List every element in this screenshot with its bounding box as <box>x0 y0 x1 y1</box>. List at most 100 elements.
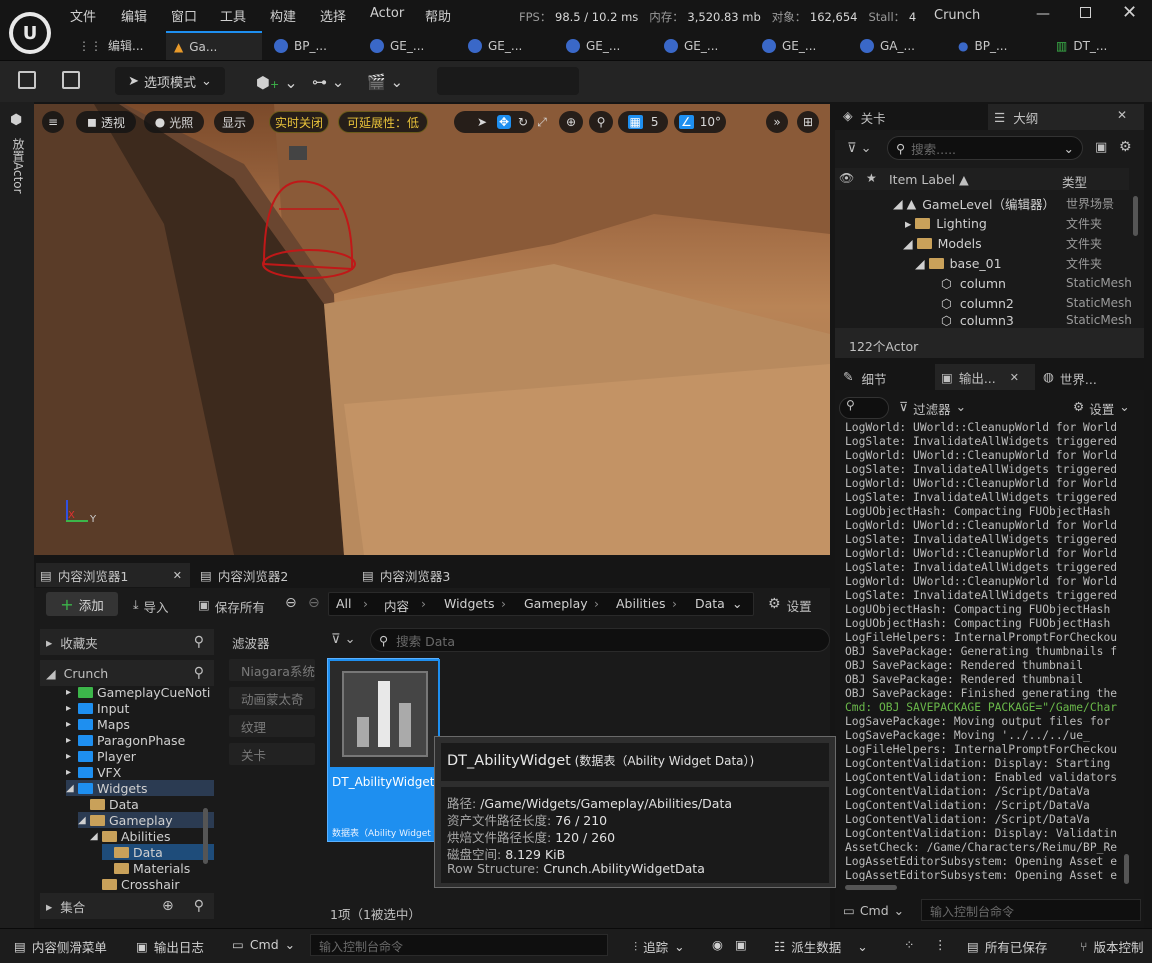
maximize-button[interactable] <box>1080 7 1091 18</box>
asset-filter-icon[interactable]: ⊽ ⌄ <box>331 632 356 647</box>
column-type[interactable]: 类型 <box>1062 172 1087 191</box>
outliner-row[interactable]: ◢ ▲ GameLevel（编辑器） 世界场景 <box>835 193 1135 213</box>
surface-snap-icon[interactable]: ⚲ <box>589 111 613 133</box>
output-cmd-dropdown[interactable]: ▭ Cmd ⌄ <box>843 903 904 918</box>
save-all-button[interactable]: ▣ 保存所有 <box>198 597 265 616</box>
folder-tree-item[interactable]: ▸ GameplayCueNoti <box>66 686 214 700</box>
breadcrumb-item[interactable]: Gameplay <box>524 596 588 611</box>
back-history-icon[interactable]: ⊖ <box>285 595 297 611</box>
realtime-off-button[interactable]: 实时关闭 <box>269 111 329 133</box>
expand-toolbar-icon[interactable]: » <box>766 111 788 133</box>
tab-output-log[interactable]: ▣ 输出... ✕ <box>935 364 1035 390</box>
outliner-row[interactable]: ◢ Models 文件夹 <box>835 233 1135 253</box>
tab-details[interactable]: ✎ 细节 <box>843 369 887 388</box>
scalability-button[interactable]: 可延展性：低 <box>338 111 428 133</box>
menu-build[interactable]: 构建 <box>270 6 296 25</box>
folder-tree-item[interactable]: Data <box>78 796 214 812</box>
menu-actor[interactable]: Actor <box>370 6 404 21</box>
content-drawer-button[interactable]: ▤ 内容侧滑菜单 <box>14 937 107 956</box>
add-button[interactable]: + 添加 <box>46 592 118 616</box>
tab-ge-5[interactable]: GE_... <box>754 31 849 60</box>
add-actor-icon[interactable]: ⬢+ ⌄ <box>256 73 298 92</box>
cb-settings-button[interactable]: ⚙ 设置 <box>768 596 812 615</box>
tab-content-browser-1[interactable]: ▤ 内容浏览器1 ✕ <box>36 563 190 587</box>
world-space-icon[interactable]: ⊕ <box>559 111 583 133</box>
menu-file[interactable]: 文件 <box>70 6 96 25</box>
folder-tree-item[interactable]: ▸ Input <box>66 700 214 716</box>
tab-ge-2[interactable]: GE_... <box>460 31 555 60</box>
place-actor-label[interactable]: 放置Actor <box>10 138 27 194</box>
filter-niagara[interactable]: Niagara系统 <box>229 659 315 681</box>
revision-control-button[interactable]: ⑂ 版本控制 <box>1080 937 1144 956</box>
more-icon[interactable]: ⋮ <box>934 937 947 952</box>
folder-tree-item[interactable]: ◢ Abilities <box>90 828 214 844</box>
viewport-layout-icon[interactable]: ⊞ <box>797 111 819 133</box>
tab-editor[interactable]: ⋮⋮ 编辑... <box>70 31 165 60</box>
filter-texture[interactable]: 纹理 <box>229 715 315 737</box>
menu-tools[interactable]: 工具 <box>220 6 246 25</box>
outliner-search-input[interactable]: ⚲ 搜索..... ⌄ <box>887 136 1083 160</box>
tab-level[interactable]: ▲ Ga... <box>166 31 262 60</box>
source-control-status-icon[interactable]: ⁘ <box>904 937 914 952</box>
rotation-snap-control[interactable]: ∠ 10° <box>674 111 726 133</box>
forward-history-icon[interactable]: ⊖ <box>308 595 320 611</box>
expand-arrow-icon[interactable]: ◢ <box>90 831 98 842</box>
tree-scrollbar[interactable] <box>203 808 208 864</box>
level-viewport[interactable]: ≡ ◼ 透视 ● 光照 显示 实时关闭 可延展性：低 ➤ ✥ ↻ ⤢ ⊕ ⚲ ▦ 5 … <box>34 104 830 555</box>
derived-data-button[interactable]: ☷ 派生数据 ⌄ <box>774 937 868 956</box>
tab-ge-3[interactable]: GE_... <box>558 31 653 60</box>
scale-icon[interactable]: ⤢ <box>530 111 554 133</box>
tab-bp-1[interactable]: BP_... <box>266 31 361 60</box>
breadcrumb-item[interactable]: 内容 <box>384 596 409 615</box>
favorites-header[interactable]: ▸ 收藏夹 ⚲ <box>40 629 214 655</box>
place-actor-icon[interactable]: ⬢ <box>10 112 22 128</box>
breadcrumb-item[interactable]: Widgets <box>444 596 495 611</box>
lit-button[interactable]: ● 光照 <box>144 111 204 133</box>
tab-content-browser-3[interactable]: ▤ 内容浏览器3 <box>362 563 450 587</box>
asset-tile[interactable]: DT_AbilityWidget 数据表（Ability Widget D... <box>327 658 440 842</box>
folder-tree-item[interactable]: ▸ ParagonPhase <box>66 732 214 748</box>
expand-arrow-icon[interactable]: ▸ <box>66 703 74 714</box>
selection-mode-button[interactable]: ➤ 选项模式 ⌄ <box>115 67 225 95</box>
log-hscrollbar[interactable] <box>845 885 897 890</box>
asset-search-input[interactable]: ⚲ 搜索 Data <box>370 628 830 652</box>
filter-anim-montage[interactable]: 动画蒙太奇 <box>229 687 315 709</box>
tab-world-settings[interactable]: ◍ 世界... <box>1043 369 1097 388</box>
visibility-eye-icon[interactable]: 👁 <box>839 171 854 185</box>
tab-ge-1[interactable]: GE_... <box>362 31 457 60</box>
folder-tree-item[interactable]: Data <box>102 844 214 860</box>
search-icon[interactable]: ⚲ <box>194 898 204 914</box>
expand-arrow-icon[interactable]: ▸ <box>66 735 74 746</box>
folder-tree-item[interactable]: ▸ Maps <box>66 716 214 732</box>
outliner-row[interactable]: ⬡ column2 StaticMesh <box>835 293 1135 313</box>
folder-tree-item[interactable]: Materials <box>102 860 214 876</box>
grid-snap-control[interactable]: ▦ 5 <box>618 111 668 133</box>
tab-dt[interactable]: ▥ DT_... <box>1048 31 1143 60</box>
all-saved-status[interactable]: ▤ 所有已保存 <box>967 937 1047 956</box>
folder-tree-item[interactable]: ◢ Widgets <box>66 780 214 796</box>
save-icon[interactable] <box>18 71 36 89</box>
folder-tree-item[interactable]: ▸ Player <box>66 748 214 764</box>
breadcrumb-item[interactable]: Abilities <box>616 596 665 611</box>
record-icon[interactable]: ◉ <box>712 937 723 952</box>
pin-star-icon[interactable]: ★ <box>866 171 877 185</box>
breadcrumb-item[interactable]: Data <box>695 596 725 611</box>
new-folder-icon[interactable]: ▣ <box>1095 140 1107 155</box>
blueprint-menu-icon[interactable]: ⊶ ⌄ <box>312 73 344 91</box>
tab-content-browser-2[interactable]: ▤ 内容浏览器2 <box>200 563 288 587</box>
tab-bp-2[interactable]: ● BP_... <box>950 31 1045 60</box>
screenshot-icon[interactable]: ▣ <box>735 937 747 952</box>
output-search-input[interactable]: ⚲ <box>839 397 889 419</box>
collections-header[interactable]: ▸ 集合 ⊕ ⚲ <box>40 893 214 919</box>
crunch-root-header[interactable]: ◢ Crunch ⚲ <box>40 660 214 686</box>
output-settings-button[interactable]: ⚙ 设置 ⌄ <box>1073 399 1130 418</box>
expand-arrow-icon[interactable]: ◢ <box>78 815 86 826</box>
browse-icon[interactable] <box>62 71 80 89</box>
filter-button[interactable]: ⊽ 过滤器 ⌄ <box>899 399 966 418</box>
import-button[interactable]: ⤓ 导入 <box>133 597 169 616</box>
outliner-row[interactable]: ⬡ column3 StaticMesh <box>835 313 1135 327</box>
unreal-logo-icon[interactable]: U <box>9 12 51 54</box>
cinematics-icon[interactable]: 🎬 ⌄ <box>367 73 403 91</box>
outliner-row[interactable]: ⬡ column StaticMesh <box>835 273 1135 293</box>
menu-help[interactable]: 帮助 <box>425 6 451 25</box>
